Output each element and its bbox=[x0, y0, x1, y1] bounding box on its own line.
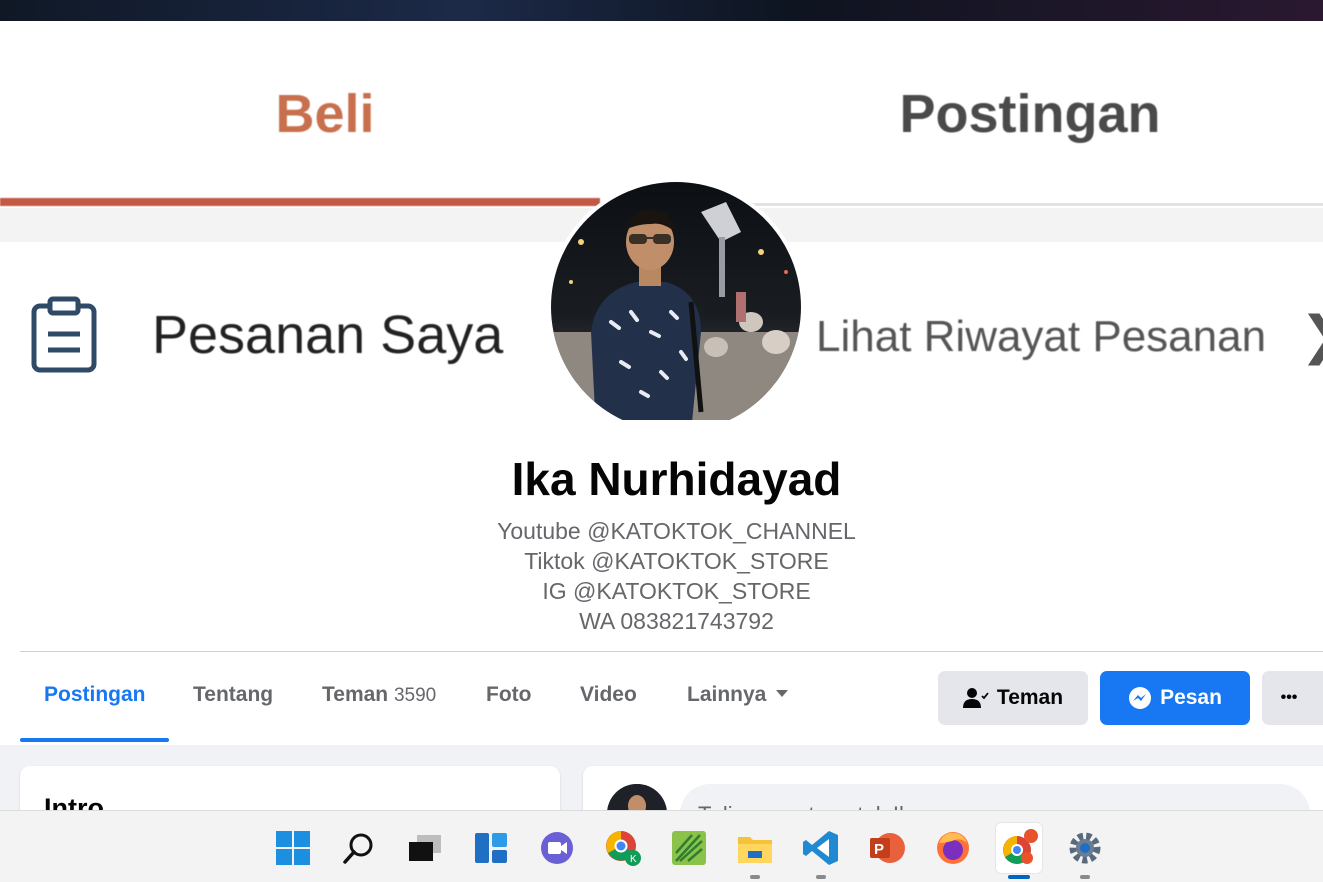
tab-label: Lainnya bbox=[687, 683, 767, 706]
tab-label: Tentang bbox=[193, 683, 274, 706]
cover-orders-label: Pesanan Saya bbox=[152, 305, 504, 365]
task-view-icon[interactable] bbox=[402, 823, 448, 873]
running-indicator bbox=[750, 875, 760, 879]
bio-line: Tiktok @KATOKTOK_STORE bbox=[524, 548, 829, 574]
ellipsis-icon: ••• bbox=[1280, 689, 1298, 706]
bio-line: IG @KATOKTOK_STORE bbox=[542, 578, 811, 604]
tab-posts[interactable]: Postingan bbox=[44, 683, 146, 707]
file-explorer-icon[interactable] bbox=[732, 823, 778, 879]
tab-more[interactable]: Lainnya bbox=[687, 683, 789, 707]
search-icon[interactable] bbox=[336, 823, 382, 873]
profile-avatar[interactable] bbox=[551, 182, 801, 432]
cover-tab-buy: Beli bbox=[275, 84, 375, 144]
taskbar: K P bbox=[0, 810, 1323, 882]
profile-bio: Youtube @KATOKTOK_CHANNEL Tiktok @KATOKT… bbox=[0, 516, 1323, 636]
chrome-active-icon[interactable] bbox=[996, 823, 1042, 879]
firefox-icon[interactable] bbox=[930, 823, 976, 873]
app-green-icon[interactable] bbox=[666, 823, 712, 873]
tab-videos[interactable]: Video bbox=[580, 683, 637, 707]
windows-start-icon[interactable] bbox=[270, 823, 316, 873]
bio-line: Youtube @KATOKTOK_CHANNEL bbox=[497, 518, 856, 544]
caret-down-icon bbox=[776, 689, 789, 697]
chevron-right-icon: ❯ bbox=[1300, 306, 1323, 366]
tab-label: Video bbox=[580, 683, 637, 706]
clipboard-icon bbox=[31, 296, 97, 373]
svg-text:K: K bbox=[630, 854, 637, 865]
profile-name: Ika Nurhidayad bbox=[511, 453, 842, 505]
profile-photo-image bbox=[551, 182, 801, 432]
running-indicator bbox=[1080, 875, 1090, 879]
tab-photos[interactable]: Foto bbox=[486, 683, 531, 707]
tab-about[interactable]: Tentang bbox=[193, 683, 273, 707]
tab-label: Foto bbox=[486, 683, 532, 706]
tab-label: Teman bbox=[322, 683, 389, 706]
tab-friends[interactable]: Teman 3590 bbox=[322, 683, 436, 707]
message-button-label: Pesan bbox=[1160, 686, 1222, 709]
powerpoint-icon[interactable]: P bbox=[864, 823, 910, 873]
tab-label: Postingan bbox=[44, 683, 146, 706]
widgets-icon[interactable] bbox=[468, 823, 514, 873]
teams-chat-icon[interactable] bbox=[534, 823, 580, 873]
profile-header: Ika Nurhidayad Youtube @KATOKTOK_CHANNEL… bbox=[0, 420, 1323, 650]
running-indicator bbox=[1008, 875, 1030, 879]
settings-icon[interactable] bbox=[1062, 823, 1108, 879]
desktop-strip bbox=[0, 0, 1323, 21]
friend-check-icon bbox=[962, 687, 989, 709]
cover-history-label: Lihat Riwayat Pesanan bbox=[816, 312, 1267, 361]
vscode-icon[interactable] bbox=[798, 823, 844, 879]
bio-line: WA 083821743792 bbox=[579, 608, 774, 634]
svg-text:P: P bbox=[874, 841, 884, 858]
nav-divider bbox=[20, 651, 1323, 652]
cover-tab-underline bbox=[0, 198, 600, 206]
messenger-icon bbox=[1128, 686, 1152, 710]
active-tab-indicator bbox=[20, 738, 169, 742]
running-indicator bbox=[816, 875, 826, 879]
more-options-button[interactable]: ••• bbox=[1262, 671, 1323, 725]
friends-button-label: Teman bbox=[996, 686, 1064, 709]
friends-button[interactable]: Teman bbox=[938, 671, 1088, 725]
profile-nav: Postingan Tentang Teman 3590 Foto Video … bbox=[0, 650, 1323, 745]
message-button[interactable]: Pesan bbox=[1100, 671, 1250, 725]
chrome-profile-icon[interactable]: K bbox=[600, 823, 646, 873]
friends-count: 3590 bbox=[393, 685, 437, 706]
cover-tab-posts: Postingan bbox=[899, 84, 1161, 144]
